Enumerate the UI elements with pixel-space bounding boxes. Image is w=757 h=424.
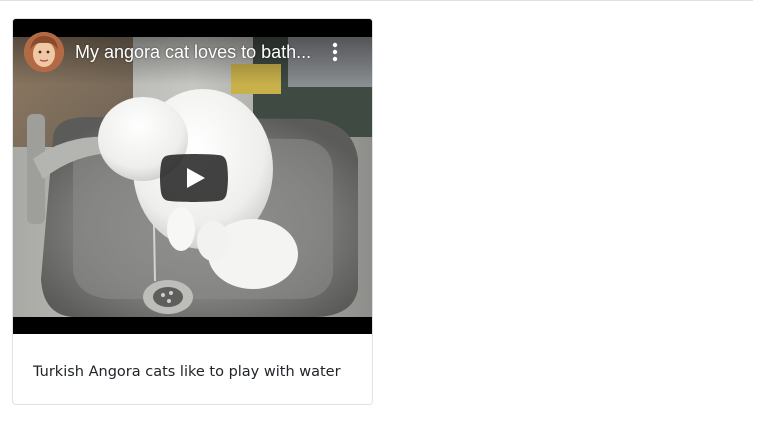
video-title[interactable]: My angora cat loves to bath... [75,40,325,64]
top-divider [0,0,753,1]
play-button[interactable] [160,154,228,202]
play-icon [160,154,228,202]
card-text: Turkish Angora cats like to play with wa… [33,364,341,380]
avatar-image [24,32,64,72]
card-body: Turkish Angora cats like to play with wa… [13,334,372,404]
channel-avatar[interactable] [24,32,64,72]
embedded-video-player[interactable]: My angora cat loves to bath... [13,19,372,334]
more-options-button[interactable] [327,38,343,66]
more-vert-icon [332,42,338,62]
video-card: My angora cat loves to bath... Turkish A… [12,18,373,405]
